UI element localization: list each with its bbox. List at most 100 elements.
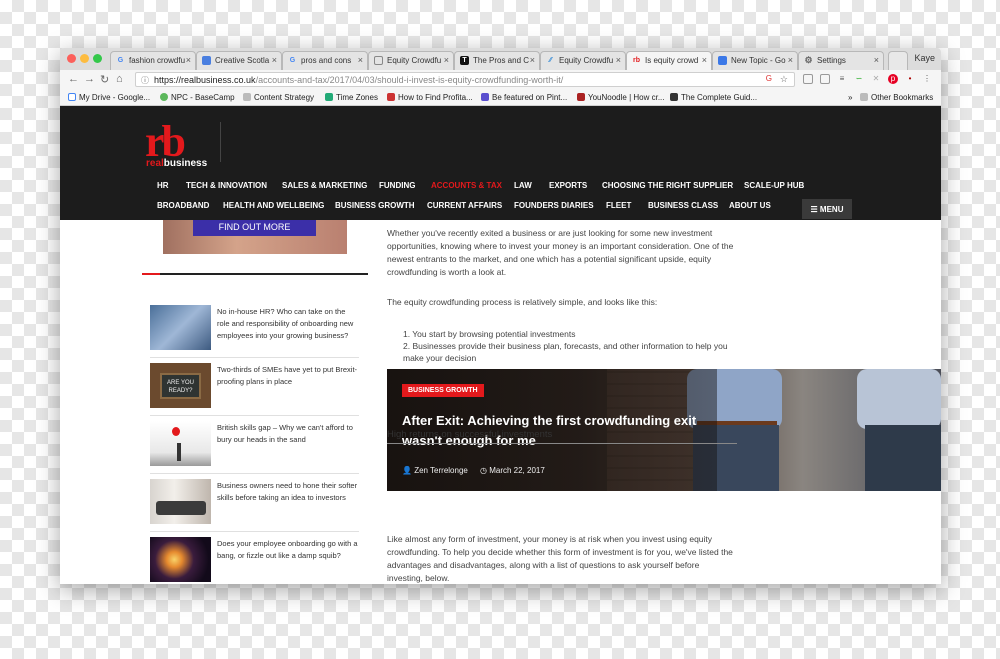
article-thumbnail[interactable] <box>150 537 211 582</box>
minimize-window-button[interactable] <box>80 54 89 63</box>
google-icon: G <box>289 57 296 64</box>
screenshot-extension-icon[interactable] <box>803 74 813 84</box>
nav-funding[interactable]: FUNDING <box>379 181 415 190</box>
bookmark-label: Time Zones <box>336 93 378 102</box>
browser-menu-icon[interactable]: ⋮ <box>922 74 932 84</box>
address-row: ← → ↻ ⌂ ⓘ https://realbusiness.co.uk/acc… <box>60 70 941 90</box>
more-bookmarks-button[interactable]: » <box>848 93 852 102</box>
nav-sales-marketing[interactable]: SALES & MARKETING <box>282 181 367 190</box>
sidebar-article[interactable]: Does your employee onboarding go with a … <box>150 532 359 584</box>
browser-tab[interactable]: G pros and cons × <box>282 51 368 70</box>
grammarly-icon[interactable]: ✕ <box>871 74 881 84</box>
camera-icon[interactable]: G <box>766 74 772 83</box>
close-tab-icon[interactable]: × <box>616 55 621 65</box>
buffer-icon[interactable]: ≡ <box>837 74 847 84</box>
find-out-more-button[interactable]: FIND OUT MORE <box>193 220 316 236</box>
close-tab-icon[interactable]: × <box>874 55 879 65</box>
maximize-window-button[interactable] <box>93 54 102 63</box>
browser-tab[interactable]: T The Pros and C × <box>454 51 540 70</box>
browser-tab[interactable]: ⚙ Settings × <box>798 51 884 70</box>
bookmark-label: The Complete Guid... <box>681 93 758 102</box>
nav-scale-up-hub[interactable]: SCALE-UP HUB <box>744 181 804 190</box>
bookmark-item[interactable]: Time Zones <box>325 93 378 102</box>
sidebar-divider <box>142 273 368 275</box>
article-thumbnail[interactable]: ARE YOU READY? <box>150 363 211 408</box>
gear-icon: ⚙ <box>804 55 813 65</box>
bookmark-item[interactable]: How to Find Profita... <box>387 93 473 102</box>
sidebar-article[interactable]: Business owners need to hone their softe… <box>150 474 359 532</box>
article-link[interactable]: Two-thirds of SMEs have yet to put Brexi… <box>217 364 359 388</box>
user-icon: 👤 <box>402 466 415 475</box>
back-icon[interactable]: ← <box>68 73 79 85</box>
tab-label: Settings <box>817 56 846 65</box>
close-tab-icon[interactable]: × <box>788 55 793 65</box>
bookmark-item[interactable]: YouNoodle | How cr... <box>577 93 665 102</box>
nav-fleet[interactable]: FLEET <box>606 201 631 210</box>
article-link[interactable]: No in-house HR? Who can take on the role… <box>217 306 359 342</box>
article-link[interactable]: Business owners need to hone their softe… <box>217 480 359 504</box>
bookmark-item[interactable]: Content Strategy <box>243 93 314 102</box>
realbusiness-logo[interactable]: rb realbusiness <box>145 117 211 169</box>
browser-tab[interactable]: G fashion crowdfu × <box>110 51 196 70</box>
new-tab-button[interactable] <box>888 51 908 70</box>
close-tab-icon[interactable]: × <box>186 55 191 65</box>
sidebar-article[interactable]: British skills gap – Why we can't afford… <box>150 416 359 474</box>
close-tab-icon[interactable]: × <box>702 55 707 65</box>
article-link[interactable]: British skills gap – Why we can't afford… <box>217 422 359 446</box>
nav-founders-diaries[interactable]: FOUNDERS DIARIES <box>514 201 594 210</box>
close-tab-icon[interactable]: × <box>272 55 277 65</box>
lastpass-icon[interactable]: • <box>905 74 915 84</box>
nav-health-wellbeing[interactable]: HEALTH AND WELLBEING <box>223 201 324 210</box>
browser-tab[interactable]: Creative Scotla × <box>196 51 282 70</box>
forward-icon[interactable]: → <box>84 73 95 85</box>
pinterest-icon[interactable]: p <box>888 74 898 84</box>
wave-extension-icon[interactable]: ∽ <box>854 74 864 84</box>
nav-accounts-tax[interactable]: ACCOUNTS & TAX <box>431 181 502 190</box>
nav-choosing-supplier[interactable]: CHOOSING THE RIGHT SUPPLIER <box>602 181 733 190</box>
profile-name[interactable]: Kaye <box>914 53 935 63</box>
nav-current-affairs[interactable]: CURRENT AFFAIRS <box>427 201 502 210</box>
close-tab-icon[interactable]: × <box>358 55 363 65</box>
tab-label: Equity Crowdfu <box>559 56 614 65</box>
nav-hr[interactable]: HR <box>157 181 169 190</box>
google-icon: G <box>117 57 124 64</box>
sidebar-article[interactable]: ARE YOU READY? Two-thirds of SMEs have y… <box>150 358 359 416</box>
close-tab-icon[interactable]: × <box>530 55 535 65</box>
meeting-people-icon <box>156 501 206 515</box>
other-bookmarks-folder[interactable]: Other Bookmarks <box>860 93 933 102</box>
category-badge[interactable]: BUSINESS GROWTH <box>402 384 484 397</box>
nav-law[interactable]: LAW <box>514 181 532 190</box>
bookmark-item[interactable]: Be featured on Pint... <box>481 93 567 102</box>
bookmark-item[interactable]: The Complete Guid... <box>670 93 757 102</box>
reload-icon[interactable]: ↻ <box>100 73 109 86</box>
tab-label: fashion crowdfu <box>129 56 186 65</box>
browser-tab[interactable]: ⁄⁄ Equity Crowdfu × <box>540 51 626 70</box>
nav-broadband[interactable]: BROADBAND <box>157 201 209 210</box>
nav-exports[interactable]: EXPORTS <box>549 181 587 190</box>
process-steps: 1. You start by browsing potential inves… <box>403 328 743 364</box>
nav-about-us[interactable]: ABOUT US <box>729 201 771 210</box>
bookmark-item[interactable]: NPC - BaseCamp <box>160 93 235 102</box>
home-icon[interactable]: ⌂ <box>116 73 123 85</box>
article-thumbnail[interactable] <box>150 305 211 350</box>
nav-business-growth[interactable]: BUSINESS GROWTH <box>335 201 415 210</box>
close-tab-icon[interactable]: × <box>444 55 449 65</box>
bookmark-star-icon[interactable]: ☆ <box>780 74 788 85</box>
article-thumbnail[interactable] <box>150 479 211 524</box>
cast-icon[interactable] <box>820 74 830 84</box>
site-info-icon[interactable]: ⓘ <box>141 75 149 86</box>
nav-tech-innovation[interactable]: TECH & INNOVATION <box>186 181 267 190</box>
browser-tab[interactable]: Equity Crowdfu × <box>368 51 454 70</box>
tab-label: Is equity crowd <box>645 56 699 65</box>
article-link[interactable]: Does your employee onboarding go with a … <box>217 538 359 562</box>
nav-business-class[interactable]: BUSINESS CLASS <box>648 201 718 210</box>
close-window-button[interactable] <box>67 54 76 63</box>
sidebar-article[interactable]: No in-house HR? Who can take on the role… <box>150 300 359 358</box>
bookmark-item[interactable]: My Drive - Google... <box>68 93 150 102</box>
author-meta[interactable]: 👤 Zen Terrelonge <box>402 466 468 475</box>
browser-tab[interactable]: New Topic - Go × <box>712 51 798 70</box>
menu-button[interactable]: ☰ MENU <box>802 199 852 219</box>
url-bar[interactable]: ⓘ https://realbusiness.co.uk/accounts-an… <box>135 72 795 87</box>
browser-tab-active[interactable]: rb Is equity crowd × <box>626 51 712 70</box>
article-thumbnail[interactable] <box>150 421 211 466</box>
